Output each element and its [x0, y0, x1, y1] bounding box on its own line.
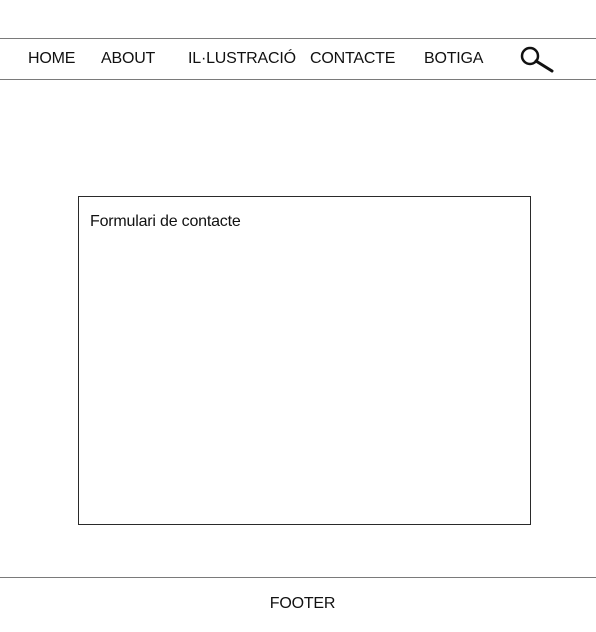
nav-item-about[interactable]: ABOUT: [101, 39, 155, 79]
contact-form-panel: Formulari de contacte: [78, 196, 531, 525]
nav-item-illustration[interactable]: IL·LUSTRACIÓ: [188, 39, 296, 79]
nav-item-shop[interactable]: BOTIGA: [424, 39, 483, 79]
main-navigation: HOME ABOUT IL·LUSTRACIÓ CONTACTE BOTIGA: [0, 38, 596, 80]
nav-item-contact[interactable]: CONTACTE: [310, 39, 395, 79]
contact-form-title: Formulari de contacte: [90, 213, 241, 230]
footer: FOOTER: [0, 577, 596, 632]
nav-item-home[interactable]: HOME: [28, 39, 75, 79]
footer-label: FOOTER: [269, 595, 336, 612]
search-icon[interactable]: [519, 45, 555, 75]
